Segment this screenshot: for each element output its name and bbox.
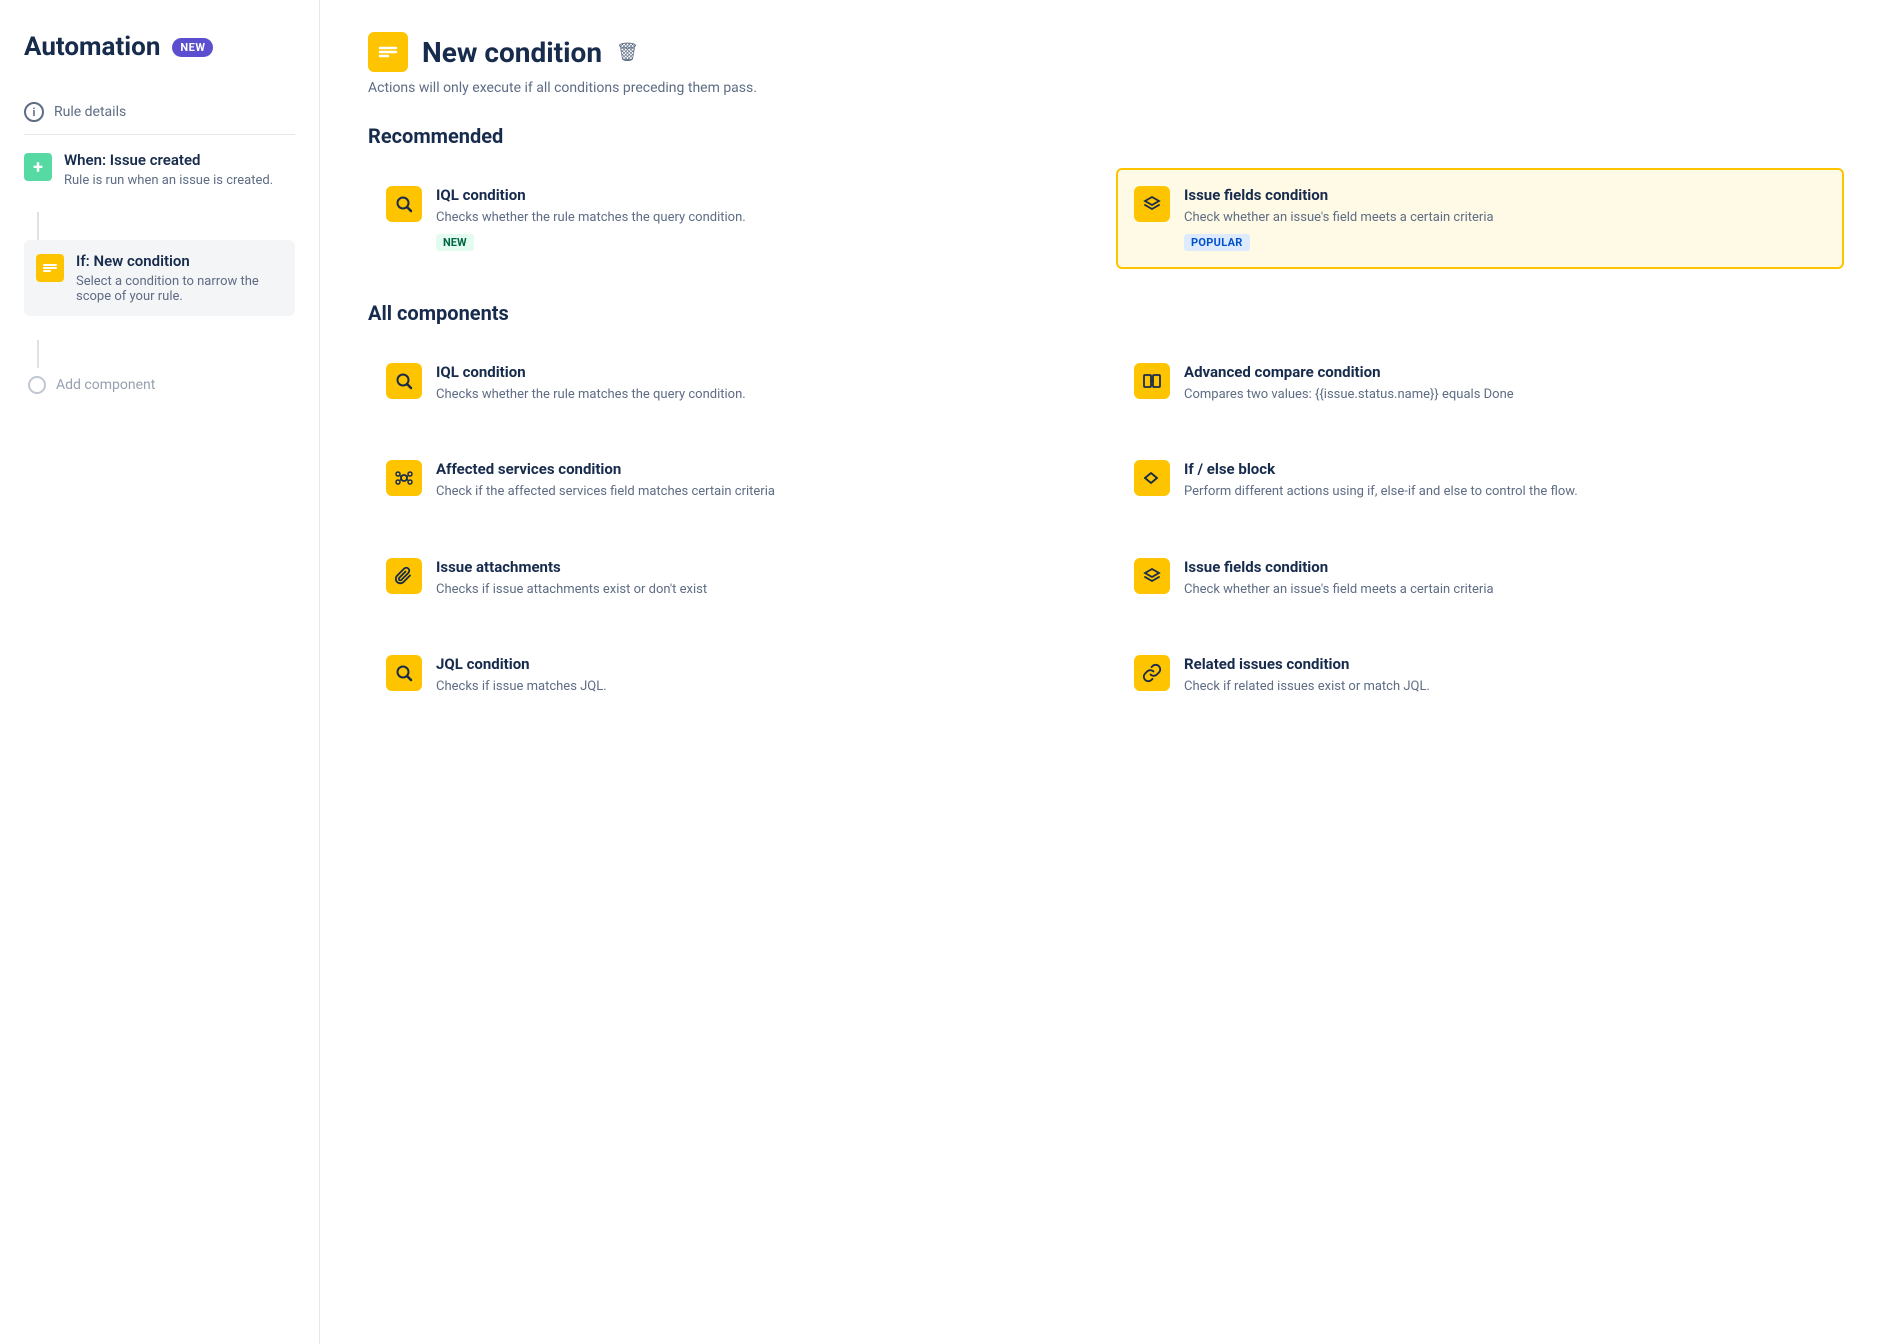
trigger-content: When: Issue created Rule is run when an … — [64, 151, 273, 188]
add-component-circle — [28, 376, 46, 394]
page-header: New condition 🗑 — [368, 32, 1844, 72]
sidebar-header: Automation NEW — [24, 32, 295, 62]
affected-services-body: Affected services condition Check if the… — [436, 460, 775, 502]
condition-title: If: New condition — [76, 252, 283, 270]
jql-desc: Checks if issue matches JQL. — [436, 677, 607, 697]
issue-fields-name: Issue fields condition — [1184, 186, 1494, 204]
advanced-compare-body: Advanced compare condition Compares two … — [1184, 363, 1514, 405]
issue-fields-badge: POPULAR — [1184, 234, 1250, 251]
recommended-issue-fields-card[interactable]: Issue fields condition Check whether an … — [1116, 168, 1844, 269]
page-header-icon — [368, 32, 408, 72]
all-components-grid: IQL condition Checks whether the rule ma… — [368, 345, 1844, 715]
page-subtitle: Actions will only execute if all conditi… — [368, 80, 1844, 96]
all-iql-card[interactable]: IQL condition Checks whether the rule ma… — [368, 345, 1096, 423]
condition-content: If: New condition Select a condition to … — [76, 252, 283, 304]
advanced-compare-icon — [1134, 363, 1170, 399]
page-title: New condition — [422, 36, 602, 69]
iql-name: IQL condition — [436, 186, 746, 204]
affected-services-icon — [386, 460, 422, 496]
affected-services-card[interactable]: Affected services condition Check if the… — [368, 442, 1096, 520]
condition-icon — [36, 254, 64, 282]
if-else-card[interactable]: If / else block Perform different action… — [1116, 442, 1844, 520]
related-issues-body: Related issues condition Check if relate… — [1184, 655, 1430, 697]
iql-badge: NEW — [436, 234, 474, 251]
app-title: Automation — [24, 32, 160, 62]
jql-card[interactable]: JQL condition Checks if issue matches JQ… — [368, 637, 1096, 715]
all-issue-fields-name: Issue fields condition — [1184, 558, 1494, 576]
all-components-section-title: All components — [368, 301, 1844, 325]
all-issue-fields-desc: Check whether an issue's field meets a c… — [1184, 580, 1494, 600]
all-issue-fields-body: Issue fields condition Check whether an … — [1184, 558, 1494, 600]
issue-attachments-card[interactable]: Issue attachments Checks if issue attach… — [368, 540, 1096, 618]
affected-services-desc: Check if the affected services field mat… — [436, 482, 775, 502]
iql-desc: Checks whether the rule matches the quer… — [436, 208, 746, 228]
issue-attachments-name: Issue attachments — [436, 558, 707, 576]
trigger-icon: + — [24, 153, 52, 181]
all-iql-name: IQL condition — [436, 363, 746, 381]
advanced-compare-card[interactable]: Advanced compare condition Compares two … — [1116, 345, 1844, 423]
jql-body: JQL condition Checks if issue matches JQ… — [436, 655, 607, 697]
recommended-section-title: Recommended — [368, 124, 1844, 148]
advanced-compare-desc: Compares two values: {{issue.status.name… — [1184, 385, 1514, 405]
connector-line — [37, 212, 39, 240]
all-issue-fields-icon — [1134, 558, 1170, 594]
main-content: New condition 🗑 Actions will only execut… — [320, 0, 1892, 1344]
if-else-icon — [1134, 460, 1170, 496]
related-issues-card[interactable]: Related issues condition Check if relate… — [1116, 637, 1844, 715]
issue-attachments-body: Issue attachments Checks if issue attach… — [436, 558, 707, 600]
sidebar: Automation NEW i Rule details + When: Is… — [0, 0, 320, 1344]
all-iql-desc: Checks whether the rule matches the quer… — [436, 385, 746, 405]
rule-details-label: Rule details — [54, 104, 126, 120]
issue-attachments-desc: Checks if issue attachments exist or don… — [436, 580, 707, 600]
rule-details-item[interactable]: i Rule details — [24, 90, 295, 135]
iql-icon — [386, 186, 422, 222]
jql-icon — [386, 655, 422, 691]
connector-line-2 — [37, 340, 39, 368]
issue-attachments-icon — [386, 558, 422, 594]
if-else-desc: Perform different actions using if, else… — [1184, 482, 1578, 502]
affected-services-name: Affected services condition — [436, 460, 775, 478]
add-component-label: Add component — [56, 377, 155, 393]
all-iql-body: IQL condition Checks whether the rule ma… — [436, 363, 746, 405]
all-issue-fields-card[interactable]: Issue fields condition Check whether an … — [1116, 540, 1844, 618]
advanced-compare-name: Advanced compare condition — [1184, 363, 1514, 381]
recommended-iql-card[interactable]: IQL condition Checks whether the rule ma… — [368, 168, 1096, 269]
delete-button[interactable]: 🗑 — [616, 42, 639, 63]
iql-card-body: IQL condition Checks whether the rule ma… — [436, 186, 746, 251]
recommended-grid: IQL condition Checks whether the rule ma… — [368, 168, 1844, 269]
if-else-name: If / else block — [1184, 460, 1578, 478]
app-badge: NEW — [172, 38, 213, 57]
related-issues-desc: Check if related issues exist or match J… — [1184, 677, 1430, 697]
issue-fields-card-body: Issue fields condition Check whether an … — [1184, 186, 1494, 251]
add-component[interactable]: Add component — [28, 376, 295, 394]
all-iql-icon — [386, 363, 422, 399]
related-issues-icon — [1134, 655, 1170, 691]
issue-fields-desc: Check whether an issue's field meets a c… — [1184, 208, 1494, 228]
trigger-description: Rule is run when an issue is created. — [64, 173, 273, 188]
trigger-title: When: Issue created — [64, 151, 273, 169]
condition-description: Select a condition to narrow the scope o… — [76, 274, 283, 304]
issue-fields-icon — [1134, 186, 1170, 222]
info-icon: i — [24, 102, 44, 122]
related-issues-name: Related issues condition — [1184, 655, 1430, 673]
jql-name: JQL condition — [436, 655, 607, 673]
condition-block[interactable]: If: New condition Select a condition to … — [24, 240, 295, 316]
if-else-body: If / else block Perform different action… — [1184, 460, 1578, 502]
trigger-block[interactable]: + When: Issue created Rule is run when a… — [24, 151, 295, 188]
